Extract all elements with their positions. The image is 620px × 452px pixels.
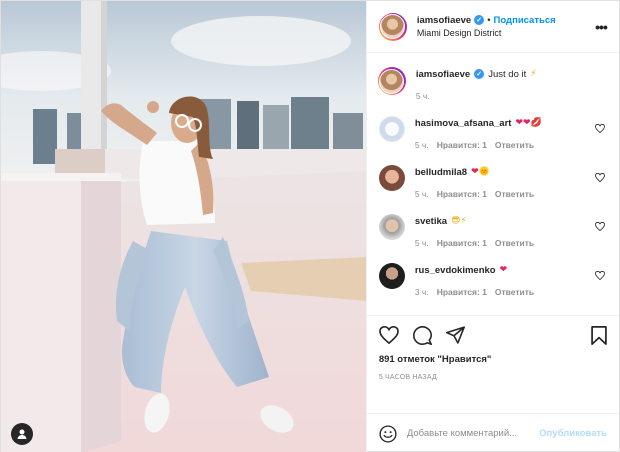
- comment-item: hasimova_afsana_art ❤❤💋 5 ч. Нравится: 1…: [378, 116, 607, 150]
- post-timestamp[interactable]: 5 ЧАСОВ НАЗАД: [379, 374, 607, 381]
- comment-time[interactable]: 5 ч.: [415, 189, 429, 199]
- commenter-avatar[interactable]: [378, 263, 405, 289]
- caption-emoji: ⚡: [530, 69, 537, 79]
- verified-icon: ✓: [474, 69, 485, 79]
- comment-time[interactable]: 3 ч.: [415, 287, 429, 297]
- publish-button[interactable]: Опубликовать: [539, 428, 607, 439]
- like-icon[interactable]: [378, 326, 399, 344]
- caption-username[interactable]: iamsofiaeve: [416, 69, 470, 80]
- emoji-icon[interactable]: [379, 424, 397, 443]
- reply-button[interactable]: Ответить: [495, 140, 534, 150]
- share-icon[interactable]: [445, 326, 465, 344]
- commenter-avatar[interactable]: [378, 165, 405, 191]
- user-tag-icon: [17, 429, 27, 439]
- comment-text: 😎⚡: [451, 216, 467, 226]
- comment-like-icon[interactable]: [593, 116, 607, 150]
- commenter-avatar[interactable]: [378, 214, 405, 240]
- comment-item: rus_evdokimenko ❤ 3 ч. Нравится: 1 Ответ…: [378, 263, 607, 297]
- more-options-icon[interactable]: •••: [593, 19, 609, 35]
- save-icon[interactable]: [591, 325, 607, 345]
- post-sidebar: iamsofiaeve ✓ • Подписаться Miami Design…: [365, 1, 619, 452]
- comment-likes[interactable]: Нравится: 1: [437, 238, 487, 248]
- post-actions: 891 отметок "Нравится" 5 ЧАСОВ НАЗАД: [366, 315, 619, 413]
- comment-item: belludmila8 ❤🌞 5 ч. Нравится: 1 Ответить: [378, 165, 607, 199]
- header-separator: •: [487, 14, 491, 26]
- comment-like-icon[interactable]: [593, 263, 607, 297]
- author-avatar[interactable]: [378, 12, 407, 41]
- caption-text: Just do it: [488, 68, 527, 80]
- reply-button[interactable]: Ответить: [495, 238, 534, 248]
- comment-likes[interactable]: Нравится: 1: [437, 140, 487, 150]
- user-tag-button[interactable]: [11, 423, 33, 445]
- post-photo[interactable]: [1, 1, 366, 452]
- caption: iamsofiaeve ✓ Just do it ⚡ 5 ч.: [377, 67, 607, 101]
- post-header: iamsofiaeve ✓ • Подписаться Miami Design…: [366, 1, 619, 53]
- post-image: [1, 1, 366, 452]
- comment-icon[interactable]: [412, 325, 432, 345]
- comment-item: svetika 😎⚡ 5 ч. Нравится: 1 Ответить: [378, 214, 607, 248]
- comment-text: ❤🌞: [471, 167, 490, 177]
- comment-likes[interactable]: Нравится: 1: [437, 189, 487, 199]
- comment-time[interactable]: 5 ч.: [415, 238, 429, 248]
- comments-list[interactable]: iamsofiaeve ✓ Just do it ⚡ 5 ч. hasimova…: [367, 53, 619, 315]
- likes-count[interactable]: 891 отметок "Нравится": [379, 354, 607, 365]
- reply-button[interactable]: Ответить: [495, 189, 534, 199]
- comment-likes[interactable]: Нравится: 1: [437, 287, 487, 297]
- comment-like-icon[interactable]: [593, 165, 607, 199]
- instagram-post: iamsofiaeve ✓ • Подписаться Miami Design…: [0, 0, 620, 452]
- caption-time[interactable]: 5 ч.: [416, 91, 430, 101]
- comment-input[interactable]: [406, 428, 540, 439]
- add-comment-bar: Опубликовать: [366, 413, 619, 452]
- commenter-avatar[interactable]: [378, 116, 405, 142]
- comment-username[interactable]: belludmila8: [415, 167, 467, 178]
- comment-time[interactable]: 5 ч.: [415, 140, 429, 150]
- comment-username[interactable]: hasimova_afsana_art: [415, 118, 512, 129]
- comment-text: ❤❤💋: [515, 118, 542, 128]
- reply-button[interactable]: Ответить: [495, 287, 534, 297]
- verified-icon: ✓: [474, 15, 485, 25]
- comment-text: ❤: [499, 265, 508, 275]
- author-username[interactable]: iamsofiaeve: [417, 14, 471, 27]
- comment-username[interactable]: svetika: [415, 216, 447, 227]
- caption-avatar[interactable]: [377, 67, 406, 95]
- post-location[interactable]: Miami Design District: [417, 27, 593, 40]
- follow-button[interactable]: Подписаться: [494, 14, 556, 27]
- comment-like-icon[interactable]: [593, 214, 607, 248]
- comment-username[interactable]: rus_evdokimenko: [415, 265, 496, 276]
